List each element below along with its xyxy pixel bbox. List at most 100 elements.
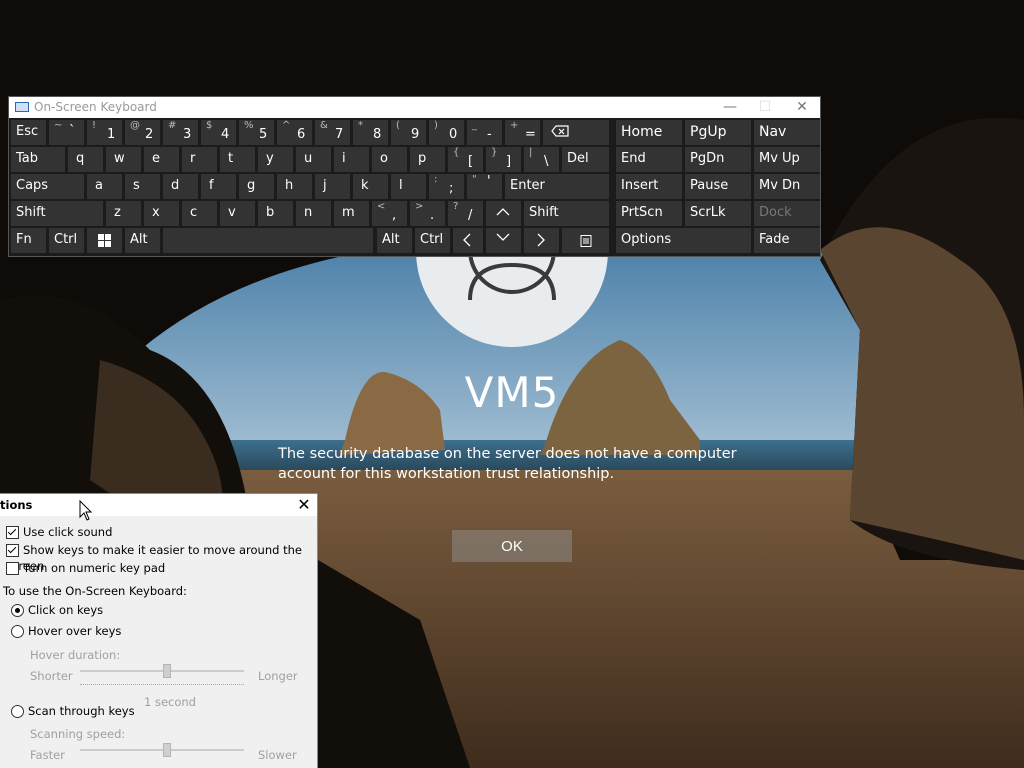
hover-over-keys-radio[interactable] [11, 625, 24, 638]
show-keys-checkbox[interactable] [6, 544, 19, 557]
scan-through-keys-option[interactable]: Scan through keys [11, 703, 135, 719]
key-quote[interactable]: " ' [467, 174, 502, 199]
key-scrlk[interactable]: ScrLk [685, 201, 751, 226]
key-h[interactable]: h [277, 174, 312, 199]
key-1[interactable]: ! 1 [87, 120, 122, 145]
key-backtick[interactable]: ~ ` [49, 120, 84, 145]
key-alt-right[interactable]: Alt [377, 228, 412, 253]
key-8[interactable]: * 8 [353, 120, 388, 145]
key-j[interactable]: j [315, 174, 350, 199]
scanning-speed-thumb[interactable] [162, 743, 171, 757]
osk-title-bar[interactable]: On-Screen Keyboard — ☐ ✕ [9, 97, 820, 118]
key-comma[interactable]: <, [372, 201, 407, 226]
key-options[interactable]: Options [616, 228, 751, 253]
key-pgup[interactable]: PgUp [685, 120, 751, 145]
key-arrow-left[interactable] [453, 228, 483, 253]
key-q[interactable]: q [68, 147, 103, 172]
key-m[interactable]: m [334, 201, 369, 226]
key-n[interactable]: n [296, 201, 331, 226]
numeric-pad-checkbox[interactable] [6, 562, 19, 575]
key-right-bracket[interactable]: }] [486, 147, 521, 172]
key-l[interactable]: l [391, 174, 426, 199]
key-caps[interactable]: Caps [11, 174, 84, 199]
key-mv-up[interactable]: Mv Up [754, 147, 820, 172]
key-k[interactable]: k [353, 174, 388, 199]
numeric-pad-option[interactable]: Turn on numeric key pad [6, 560, 165, 576]
key-equals[interactable]: + = [505, 120, 540, 145]
click-on-keys-radio[interactable] [11, 604, 24, 617]
show-keys-option[interactable]: Show keys to make it easier to move arou… [6, 542, 317, 573]
maximize-button[interactable]: ☐ [747, 97, 783, 118]
key-left-bracket[interactable]: {[ [448, 147, 483, 172]
key-backspace[interactable] [543, 120, 609, 145]
key-3[interactable]: #3 [163, 120, 198, 145]
key-esc[interactable]: Esc [11, 120, 46, 145]
key-t[interactable]: t [220, 147, 255, 172]
key-i[interactable]: i [334, 147, 369, 172]
key-v[interactable]: v [220, 201, 255, 226]
key-arrow-right[interactable] [524, 228, 559, 253]
key-pgdn[interactable]: PgDn [685, 147, 751, 172]
key-5[interactable]: % 5 [239, 120, 274, 145]
key-d[interactable]: d [163, 174, 198, 199]
minimize-button[interactable]: — [712, 97, 748, 118]
key-alt-left[interactable]: Alt [125, 228, 160, 253]
key-7[interactable]: & 7 [315, 120, 350, 145]
key-space[interactable] [163, 228, 373, 253]
ok-button[interactable]: OK [452, 530, 572, 562]
hover-duration-thumb[interactable] [162, 664, 171, 678]
key-end[interactable]: End [616, 147, 682, 172]
key-del[interactable]: Del [562, 147, 609, 172]
key-tab[interactable]: Tab [11, 147, 65, 172]
key-shift-right[interactable]: Shift [524, 201, 609, 226]
key-g[interactable]: g [239, 174, 274, 199]
key-fn[interactable]: Fn [11, 228, 46, 253]
key-nav[interactable]: Nav [754, 120, 820, 145]
key-dock[interactable]: Dock [754, 201, 820, 226]
key-windows[interactable] [87, 228, 122, 253]
use-click-sound-checkbox[interactable] [6, 526, 19, 539]
close-button[interactable]: ✕ [292, 494, 316, 516]
key-w[interactable]: w [106, 147, 141, 172]
key-fade[interactable]: Fade [754, 228, 820, 253]
hover-over-keys-option[interactable]: Hover over keys [11, 623, 121, 639]
scan-through-keys-radio[interactable] [11, 705, 24, 718]
key-arrow-up[interactable] [486, 201, 521, 226]
key-slash[interactable]: ? / [448, 201, 483, 226]
key-prtscn[interactable]: PrtScn [616, 201, 682, 226]
close-button[interactable]: ✕ [784, 97, 820, 118]
key-a[interactable]: a [87, 174, 122, 199]
key-enter[interactable]: Enter [505, 174, 609, 199]
key-ctrl-left[interactable]: Ctrl [49, 228, 84, 253]
key-2[interactable]: @2 [125, 120, 160, 145]
key-y[interactable]: y [258, 147, 293, 172]
key-u[interactable]: u [296, 147, 331, 172]
key-home[interactable]: Home [616, 120, 682, 145]
key-backslash[interactable]: | \ [524, 147, 559, 172]
key-shift-left[interactable]: Shift [11, 201, 103, 226]
key-pause[interactable]: Pause [685, 174, 751, 199]
key-9[interactable]: (9 [391, 120, 426, 145]
click-on-keys-option[interactable]: Click on keys [11, 602, 103, 618]
key-semicolon[interactable]: :; [429, 174, 464, 199]
key-period[interactable]: >. [410, 201, 445, 226]
key-r[interactable]: r [182, 147, 217, 172]
use-click-sound-option[interactable]: Use click sound [6, 524, 112, 540]
key-ctrl-right[interactable]: Ctrl [415, 228, 450, 253]
key-minus[interactable]: _ - [467, 120, 502, 145]
options-title-bar[interactable]: tions ✕ [0, 494, 317, 516]
key-f[interactable]: f [201, 174, 236, 199]
key-insert[interactable]: Insert [616, 174, 682, 199]
key-s[interactable]: s [125, 174, 160, 199]
key-6[interactable]: ^ 6 [277, 120, 312, 145]
key-z[interactable]: z [106, 201, 141, 226]
hover-duration-slider[interactable] [80, 664, 244, 678]
key-arrow-down[interactable] [486, 228, 521, 253]
key-e[interactable]: e [144, 147, 179, 172]
key-x[interactable]: x [144, 201, 179, 226]
key-c[interactable]: c [182, 201, 217, 226]
scanning-speed-slider[interactable] [80, 743, 244, 757]
key-o[interactable]: o [372, 147, 407, 172]
key-4[interactable]: $4 [201, 120, 236, 145]
key-0[interactable]: ) 0 [429, 120, 464, 145]
